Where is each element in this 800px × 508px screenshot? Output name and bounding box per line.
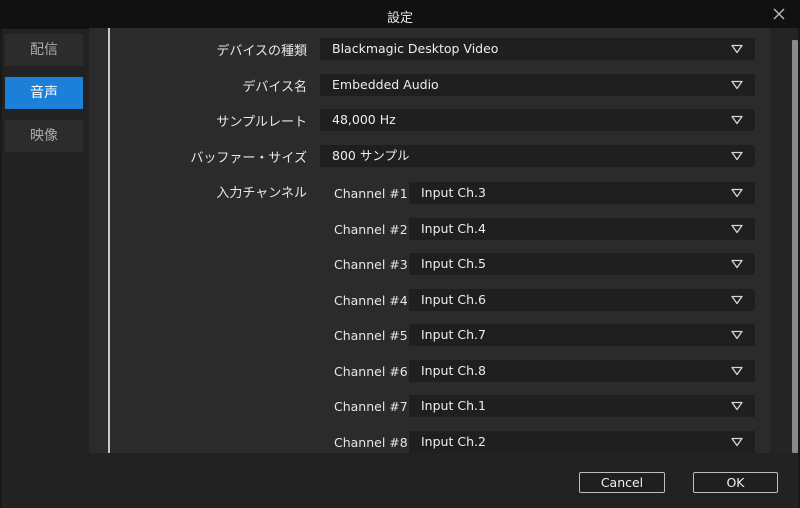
- channel-value: Input Ch.7: [421, 327, 486, 342]
- device-name-select[interactable]: Embedded Audio: [320, 74, 755, 96]
- channel-value: Input Ch.2: [421, 434, 486, 449]
- channel-8-select[interactable]: Input Ch.2: [409, 431, 755, 453]
- channel-label: Channel #6: [334, 364, 408, 379]
- channel-4-select[interactable]: Input Ch.6: [409, 289, 755, 311]
- window-border-left: [0, 29, 2, 508]
- label-column: デバイスの種類 デバイス名 サンプルレート バッファー・サイズ 入力チャンネル: [89, 28, 307, 453]
- device-type-select[interactable]: Blackmagic Desktop Video: [320, 38, 755, 60]
- chevron-down-icon: [731, 330, 743, 340]
- device-type-value: Blackmagic Desktop Video: [332, 41, 499, 56]
- channel-value: Input Ch.4: [421, 221, 486, 236]
- channel-label: Channel #5: [334, 328, 408, 343]
- channel-5-select[interactable]: Input Ch.7: [409, 324, 755, 346]
- channel-value: Input Ch.3: [421, 185, 486, 200]
- chevron-down-icon: [731, 401, 743, 411]
- chevron-down-icon: [731, 437, 743, 447]
- channel-value: Input Ch.6: [421, 292, 486, 307]
- chevron-down-icon: [731, 366, 743, 376]
- title-bar: 設定: [0, 0, 800, 29]
- channel-label: Channel #8: [334, 435, 408, 450]
- channel-label: Channel #2: [334, 222, 408, 237]
- chevron-down-icon: [731, 151, 743, 161]
- nav-item-streaming[interactable]: 配信: [5, 34, 83, 66]
- sample-rate-label: サンプルレート: [216, 115, 307, 130]
- close-icon[interactable]: [770, 5, 788, 23]
- cancel-button[interactable]: Cancel: [579, 472, 665, 493]
- buffer-size-label: バッファー・サイズ: [190, 151, 307, 166]
- device-name-value: Embedded Audio: [332, 77, 439, 92]
- chevron-down-icon: [731, 224, 743, 234]
- channel-6-select[interactable]: Input Ch.8: [409, 360, 755, 382]
- chevron-down-icon: [731, 44, 743, 54]
- nav-item-audio[interactable]: 音声: [5, 77, 83, 109]
- chevron-down-icon: [731, 80, 743, 90]
- channel-label: Channel #3: [334, 257, 408, 272]
- channel-7-select[interactable]: Input Ch.1: [409, 395, 755, 417]
- settings-nav: 配信 音声 映像: [5, 34, 83, 163]
- buffer-size-value: 800 サンプル: [332, 148, 410, 163]
- ok-button[interactable]: OK: [693, 472, 778, 493]
- chevron-down-icon: [731, 259, 743, 269]
- sample-rate-select[interactable]: 48,000 Hz: [320, 109, 755, 131]
- channel-1-select[interactable]: Input Ch.3: [409, 182, 755, 204]
- chevron-down-icon: [731, 115, 743, 125]
- channel-value: Input Ch.5: [421, 256, 486, 271]
- device-name-label: デバイス名: [242, 80, 307, 95]
- channel-label: Channel #4: [334, 293, 408, 308]
- nav-item-video[interactable]: 映像: [5, 120, 83, 152]
- channel-label: Channel #7: [334, 399, 408, 414]
- channel-2-select[interactable]: Input Ch.4: [409, 218, 755, 240]
- channel-label: Channel #1: [334, 186, 408, 201]
- window-title: 設定: [386, 11, 413, 26]
- scrollbar-thumb[interactable]: [792, 40, 798, 453]
- chevron-down-icon: [731, 188, 743, 198]
- input-channels-label: 入力チャンネル: [216, 186, 307, 201]
- audio-settings-panel: デバイスの種類 デバイス名 サンプルレート バッファー・サイズ 入力チャンネル …: [89, 28, 770, 453]
- channel-value: Input Ch.8: [421, 363, 486, 378]
- chevron-down-icon: [731, 295, 743, 305]
- channel-value: Input Ch.1: [421, 398, 486, 413]
- channel-3-select[interactable]: Input Ch.5: [409, 253, 755, 275]
- sample-rate-value: 48,000 Hz: [332, 112, 396, 127]
- device-type-label: デバイスの種類: [216, 44, 307, 59]
- buffer-size-select[interactable]: 800 サンプル: [320, 145, 755, 167]
